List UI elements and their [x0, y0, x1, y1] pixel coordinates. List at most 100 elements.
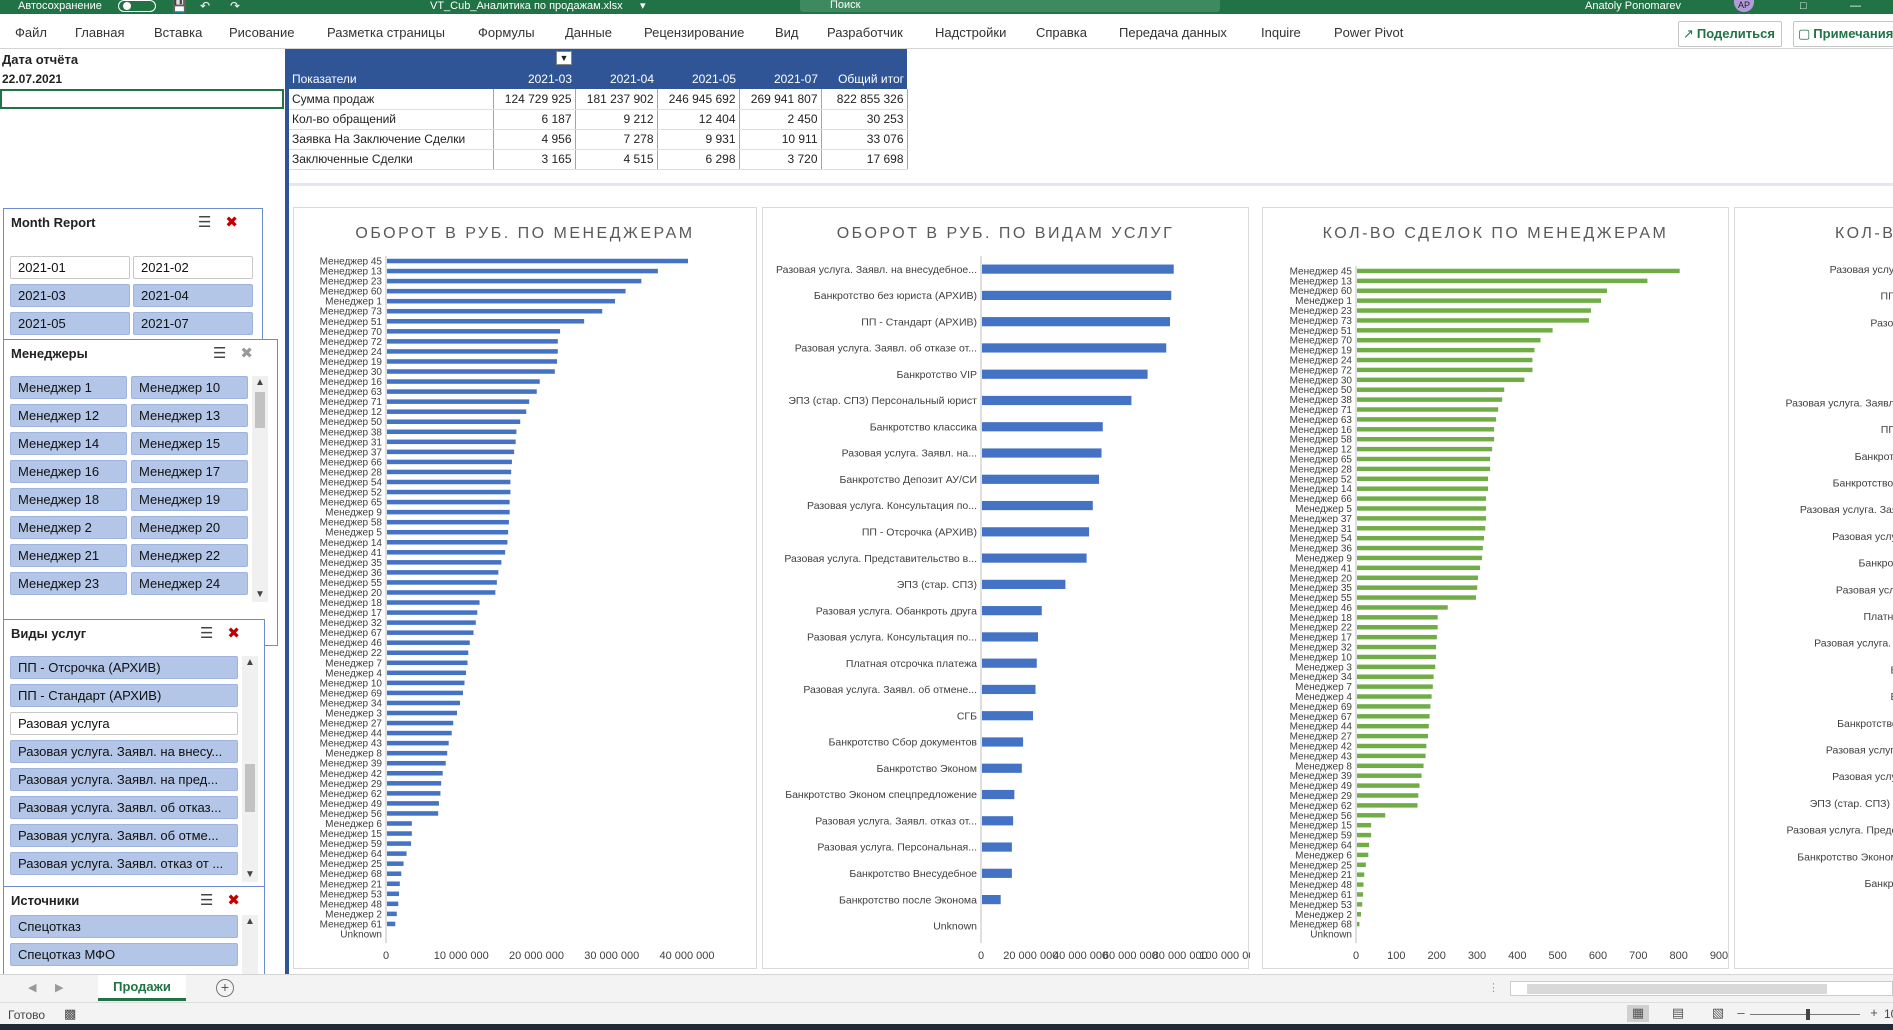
tab-help[interactable]: Справка — [1036, 25, 1087, 40]
scroll-up-icon[interactable]: ▲ — [242, 656, 258, 670]
table-cell[interactable]: Заключенные Сделки — [289, 149, 494, 170]
tab-data[interactable]: Данные — [565, 25, 612, 40]
table-cell[interactable]: 7 278 — [575, 129, 658, 150]
slicer-item-manager[interactable]: Менеджер 2 — [10, 516, 127, 539]
slicer-item-service[interactable]: Разовая услуга. Заявл. на пред... — [10, 768, 238, 791]
table-cell[interactable]: 3 720 — [739, 149, 822, 170]
slicer-item-month[interactable]: 2021-01 — [10, 256, 130, 279]
tab-view[interactable]: Вид — [775, 25, 799, 40]
slicer-item-manager[interactable]: Менеджер 21 — [10, 544, 127, 567]
slicer-item-service[interactable]: ПП - Стандарт (АРХИВ) — [10, 684, 238, 707]
page-layout-view-icon[interactable]: ▤ — [1667, 1005, 1689, 1022]
slicer-item-service[interactable]: Разовая услуга — [10, 712, 238, 735]
autosave-toggle[interactable] — [118, 0, 156, 12]
scroll-up-icon[interactable]: ▲ — [242, 915, 258, 929]
slicer-item-manager[interactable]: Менеджер 18 — [10, 488, 127, 511]
scroll-thumb[interactable] — [255, 392, 265, 428]
multi-select-icon[interactable]: ☰ — [200, 892, 227, 909]
table-cell[interactable]: 181 237 902 — [575, 89, 658, 110]
table-cell[interactable]: 822 855 326 — [821, 89, 908, 110]
table-cell[interactable]: 6 187 — [493, 109, 576, 130]
table-cell[interactable]: 33 076 — [821, 129, 908, 150]
tab-developer[interactable]: Разработчик — [827, 25, 903, 40]
multi-select-icon[interactable]: ☰ — [198, 214, 225, 231]
zoom-out-icon[interactable]: – — [1730, 1005, 1752, 1022]
tab-file[interactable]: Файл — [15, 25, 47, 40]
minimize-icon[interactable]: — — [1850, 0, 1861, 13]
tab-page-layout[interactable]: Разметка страницы — [327, 25, 445, 40]
pivot-header-cell[interactable]: 2021-07 — [739, 49, 821, 89]
pivot-header-cell[interactable]: 2021-04 — [575, 49, 657, 89]
slicer-item-manager[interactable]: Менеджер 1 — [10, 376, 127, 399]
prev-sheet-icon[interactable]: ◀ — [28, 981, 36, 994]
chart-turnover-by-service[interactable]: ОБОРОТ В РУБ. ПО ВИДАМ УСЛУГ Разовая усл… — [762, 207, 1250, 969]
slicer-item-manager[interactable]: Менеджер 24 — [131, 572, 248, 595]
avatar[interactable]: AP — [1734, 0, 1754, 12]
add-sheet-icon[interactable]: + — [216, 979, 234, 997]
slicer-item-manager[interactable]: Менеджер 13 — [131, 404, 248, 427]
slicer-item-service[interactable]: Разовая услуга. Заявл. отказ от ... — [10, 852, 238, 875]
table-cell[interactable]: 124 729 925 — [493, 89, 576, 110]
scroll-down-icon[interactable]: ▼ — [242, 868, 258, 882]
slicer-item-manager[interactable]: Менеджер 17 — [131, 460, 248, 483]
slicer-item-manager[interactable]: Менеджер 12 — [10, 404, 127, 427]
pivot-header-cell[interactable]: Показатели — [289, 49, 493, 89]
next-sheet-icon[interactable]: ▶ — [55, 981, 63, 994]
worksheet[interactable]: Дата отчёта 22.07.2021 Показатели 2021-0… — [0, 49, 1893, 974]
slicer-item-month[interactable]: 2021-05 — [10, 312, 130, 335]
search-box[interactable]: Поиск — [800, 0, 1220, 12]
slicer-item-service[interactable]: Разовая услуга. Заявл. об отме... — [10, 824, 238, 847]
slicer-item-month[interactable]: 2021-03 — [10, 284, 130, 307]
table-cell[interactable]: 3 165 — [493, 149, 576, 170]
table-cell[interactable]: 4 956 — [493, 129, 576, 150]
tab-insert[interactable]: Вставка — [154, 25, 202, 40]
slicer-item-manager[interactable]: Менеджер 19 — [131, 488, 248, 511]
clear-filter-icon[interactable]: ✖ — [227, 892, 254, 909]
scroll-thumb[interactable] — [1527, 984, 1827, 994]
table-cell[interactable]: 4 515 — [575, 149, 658, 170]
redo-icon[interactable]: ↷ — [230, 0, 240, 13]
clear-filter-icon[interactable]: ✖ — [227, 625, 254, 642]
report-date-value[interactable]: 22.07.2021 — [2, 72, 62, 86]
scroll-up-icon[interactable]: ▲ — [252, 376, 268, 390]
table-cell[interactable]: 246 945 692 — [657, 89, 740, 110]
table-cell[interactable]: 6 298 — [657, 149, 740, 170]
table-cell[interactable]: 30 253 — [821, 109, 908, 130]
normal-view-icon[interactable]: ▦ — [1627, 1005, 1649, 1022]
sheet-tab-sales[interactable]: Продажи — [98, 975, 186, 1001]
selected-cell[interactable] — [0, 89, 284, 109]
table-cell[interactable]: 9 931 — [657, 129, 740, 150]
clear-filter-icon[interactable]: ✖ — [225, 214, 252, 231]
slicer-item-manager[interactable]: Менеджер 10 — [131, 376, 248, 399]
scroll-thumb[interactable] — [245, 764, 255, 812]
slicer-scrollbar[interactable]: ▲ ▼ — [242, 656, 258, 882]
table-cell[interactable]: 12 404 — [657, 109, 740, 130]
tab-inquire[interactable]: Inquire — [1261, 25, 1301, 40]
chart-turnover-by-manager[interactable]: ОБОРОТ В РУБ. ПО МЕНЕДЖЕРАМ Менеджер 45 М… — [293, 207, 757, 969]
tab-formulas[interactable]: Формулы — [478, 25, 535, 40]
zoom-level[interactable]: 10 — [1884, 1007, 1893, 1021]
slicer-item-month[interactable]: 2021-04 — [133, 284, 253, 307]
table-cell[interactable]: 2 450 — [739, 109, 822, 130]
slicer-scrollbar[interactable]: ▲ — [242, 915, 258, 974]
multi-select-icon[interactable]: ☰ — [200, 625, 227, 642]
tab-review[interactable]: Рецензирование — [644, 25, 744, 40]
user-name[interactable]: Anatoly Ponomarev — [1585, 0, 1681, 13]
tab-power-pivot[interactable]: Power Pivot — [1334, 25, 1403, 40]
slicer-item-manager[interactable]: Менеджер 20 — [131, 516, 248, 539]
zoom-in-icon[interactable]: + — [1863, 1005, 1885, 1022]
slicer-item-manager[interactable]: Менеджер 14 — [10, 432, 127, 455]
table-cell[interactable]: 9 212 — [575, 109, 658, 130]
table-cell[interactable]: 17 698 — [821, 149, 908, 170]
slicer-item-manager[interactable]: Менеджер 23 — [10, 572, 127, 595]
pivot-header-cell[interactable]: 2021-05 — [657, 49, 739, 89]
slicer-item-manager[interactable]: Менеджер 16 — [10, 460, 127, 483]
chart-deals-by-manager[interactable]: КОЛ-ВО СДЕЛОК ПО МЕНЕДЖЕРАМ Менеджер 45 М… — [1262, 207, 1729, 969]
tab-draw[interactable]: Рисование — [229, 25, 294, 40]
slicer-item-service[interactable]: Разовая услуга. Заявл. на внесу... — [10, 740, 238, 763]
slicer-item-source[interactable]: Спецотказ МФО — [10, 943, 238, 966]
clear-filter-icon[interactable]: ✖ — [240, 345, 267, 362]
slicer-item-source[interactable]: Спецотказ — [10, 915, 238, 938]
notes-button[interactable]: ▢ Примечания — [1793, 21, 1893, 47]
tab-home[interactable]: Главная — [75, 25, 124, 40]
